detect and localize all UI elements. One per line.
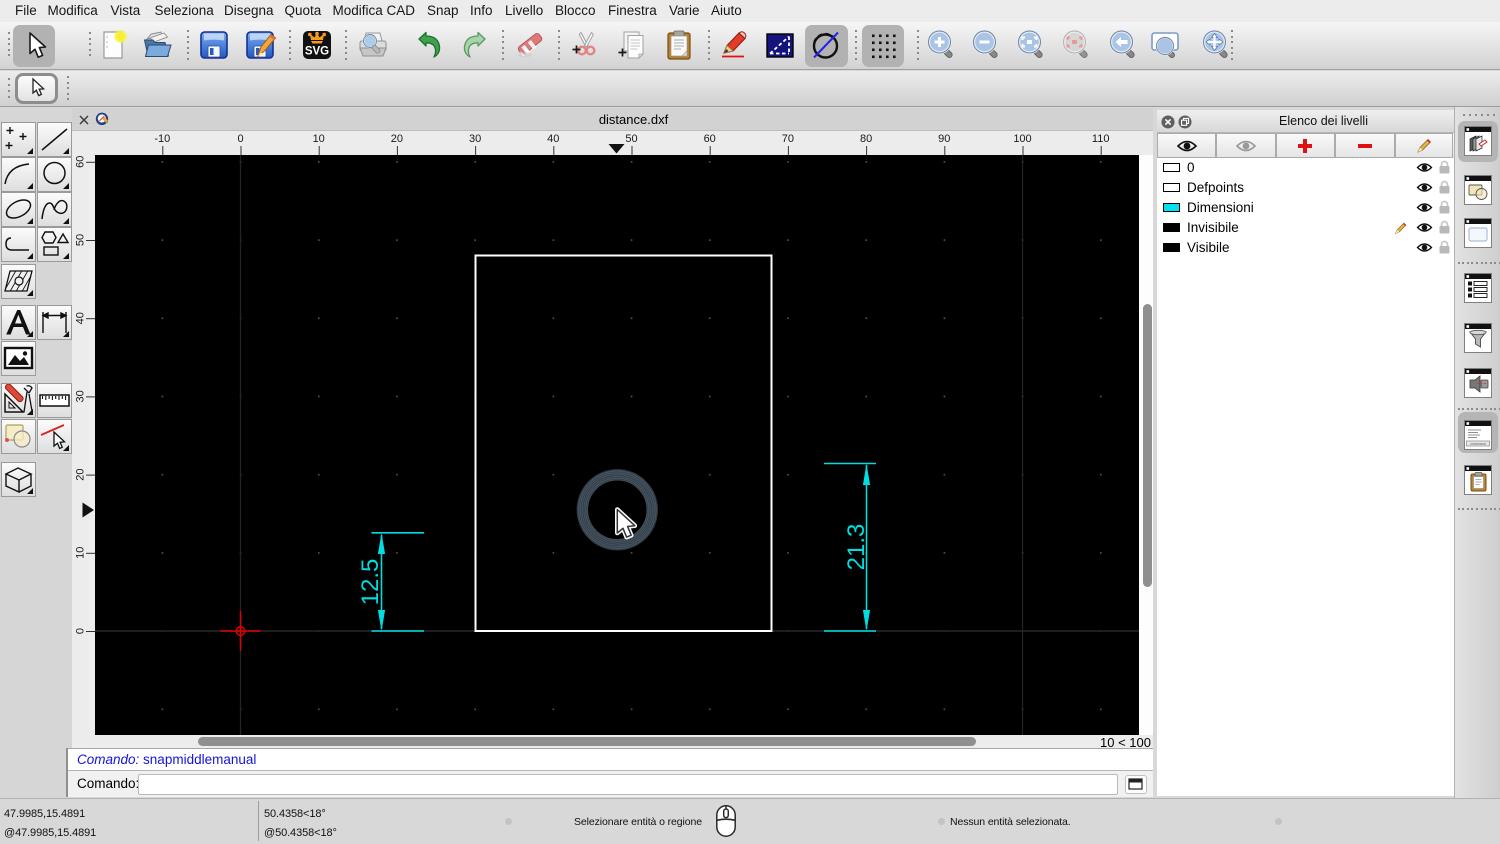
svg-text:21.3: 21.3 xyxy=(843,524,870,571)
svg-text:command: command xyxy=(1470,442,1485,446)
svg-text:50: 50 xyxy=(625,133,637,145)
svg-text:60: 60 xyxy=(75,156,87,168)
svg-text:60: 60 xyxy=(704,133,716,145)
svg-text:SVG: SVG xyxy=(305,46,329,58)
svg-text:40: 40 xyxy=(75,312,87,324)
svg-text:30: 30 xyxy=(75,390,87,402)
svg-text:110: 110 xyxy=(1092,133,1110,145)
svg-text:80: 80 xyxy=(860,133,872,145)
svg-text:-10: -10 xyxy=(154,133,170,145)
svg-text:0: 0 xyxy=(237,133,243,145)
svg-text:20: 20 xyxy=(75,468,87,480)
svg-text:100: 100 xyxy=(1013,133,1031,145)
svg-text:12.5: 12.5 xyxy=(357,559,384,606)
svg-text:0: 0 xyxy=(75,628,87,634)
svg-text:50: 50 xyxy=(75,234,87,246)
svg-text:40: 40 xyxy=(547,133,559,145)
svg-text:20: 20 xyxy=(391,133,403,145)
svg-text:30: 30 xyxy=(469,133,481,145)
svg-text:10: 10 xyxy=(313,133,325,145)
svg-text:10: 10 xyxy=(75,547,87,559)
svg-text:70: 70 xyxy=(782,133,794,145)
svg-text:90: 90 xyxy=(938,133,950,145)
